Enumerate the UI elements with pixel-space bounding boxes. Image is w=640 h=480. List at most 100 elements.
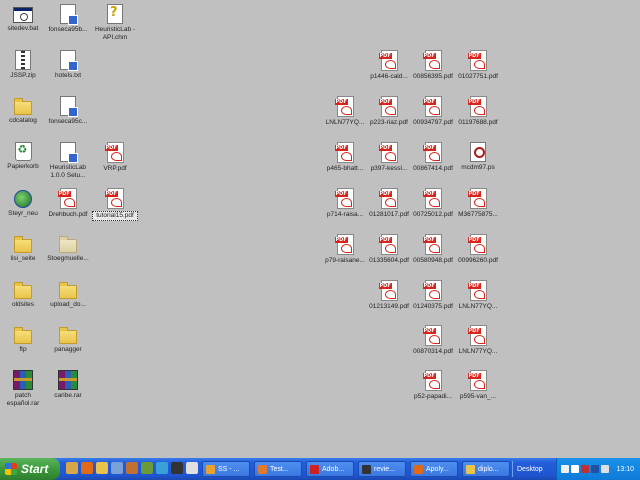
desktop-item-label: 00867414.pdf: [413, 165, 453, 172]
desktop-item[interactable]: Drehbuch.pdf: [45, 188, 91, 219]
desktop-item[interactable]: cdcatalog: [0, 96, 46, 125]
desktop-item[interactable]: Steyr_neu: [0, 188, 46, 218]
desktop-item[interactable]: 01213149.pdf: [366, 280, 412, 311]
desktop-item[interactable]: M36775875...: [455, 188, 501, 219]
desktop-item[interactable]: 00725012.pdf: [410, 188, 456, 219]
taskbar-button[interactable]: Adob...: [306, 461, 354, 477]
help-file-icon: [107, 4, 123, 24]
desktop-item[interactable]: panagger: [45, 325, 91, 354]
rar-archive-icon: [58, 370, 78, 390]
desktop-item[interactable]: LNLN77YQ...: [455, 325, 501, 356]
desktop-item[interactable]: caribe.rar: [45, 370, 91, 400]
desktop-item[interactable]: 00996260.pdf: [455, 234, 501, 265]
desktop-icon[interactable]: [66, 462, 78, 474]
taskbar-button[interactable]: SS - ...: [202, 461, 250, 477]
taskbar-button[interactable]: revie...: [358, 461, 406, 477]
desktop-item[interactable]: LNLN77YQ...: [455, 280, 501, 311]
desktop-item[interactable]: oldsites: [0, 280, 46, 309]
desktop-item[interactable]: 01197688.pdf: [455, 96, 501, 127]
tray-security-icon[interactable]: [581, 465, 589, 473]
explorer-icon[interactable]: [96, 462, 108, 474]
desktop-item[interactable]: upload_do...: [45, 280, 91, 309]
taskbar-button[interactable]: Test...: [254, 461, 302, 477]
desktop-item[interactable]: Papierkorb: [0, 142, 46, 171]
desktop-item[interactable]: p79-raisane...: [322, 234, 368, 265]
desktop-item[interactable]: 00867414.pdf: [410, 142, 456, 173]
desktop-item[interactable]: 00934797.pdf: [410, 96, 456, 127]
desktop-item[interactable]: 01335604.pdf: [366, 234, 412, 265]
desktop-item[interactable]: fonseca95b...: [45, 4, 91, 34]
pdf-file-icon: [422, 50, 442, 71]
desktop-item[interactable]: ftp: [0, 325, 46, 354]
desktop-item-label: panagger: [54, 346, 82, 353]
taskbar-button-label: Test...: [270, 465, 289, 473]
desktop-item[interactable]: 00580948.pdf: [410, 234, 456, 265]
start-button[interactable]: Start: [0, 458, 60, 480]
desktop-item[interactable]: fonseca95c...: [45, 96, 91, 126]
desktop-item[interactable]: p397-kessl...: [366, 142, 412, 173]
globe-icon[interactable]: [156, 462, 168, 474]
desktop-item[interactable]: mcdm97.ps: [455, 142, 501, 172]
folder-icon: [14, 282, 32, 299]
pdf-file-icon: [378, 280, 398, 301]
pdf-file-icon: [334, 96, 354, 117]
firefox-icon[interactable]: [81, 462, 93, 474]
desktop-item[interactable]: 00870314.pdf: [410, 325, 456, 356]
desktop-item[interactable]: HeuristicLab - API.chm: [92, 4, 138, 42]
desktop: sitedev.bat fonseca95b... HeuristicLab - A…: [0, 0, 640, 458]
desktop-item-label: 01281017.pdf: [369, 211, 409, 218]
app-icon[interactable]: [141, 462, 153, 474]
tool-icon[interactable]: [126, 462, 138, 474]
clock[interactable]: 13:10: [616, 466, 634, 473]
desktop-item[interactable]: 01281017.pdf: [366, 188, 412, 219]
desktop-toolbar[interactable]: Desktop: [512, 461, 552, 477]
desktop-item[interactable]: sitedev.bat: [0, 4, 46, 33]
desktop-item[interactable]: 01240375.pdf: [410, 280, 456, 311]
player-icon[interactable]: [171, 462, 183, 474]
desktop-item-label: 00580948.pdf: [413, 257, 453, 264]
pdf-file-icon: [378, 50, 398, 71]
taskbar-button[interactable]: diplo...: [462, 461, 510, 477]
desktop-item[interactable]: tutorial15.pdf: [92, 188, 138, 221]
desktop-item[interactable]: p595-van_...: [455, 370, 501, 401]
desktop-item[interactable]: p223-riaz.pdf: [366, 96, 412, 127]
desktop-item[interactable]: lisi_seite: [0, 234, 46, 263]
desktop-item[interactable]: p52-papadi...: [410, 370, 456, 401]
tray-icons: [561, 465, 611, 473]
desktop-item[interactable]: LNLN77YQ...: [322, 96, 368, 127]
more-icon[interactable]: [186, 462, 198, 474]
desktop-item[interactable]: patch español.rar: [0, 370, 46, 408]
desktop-item[interactable]: Stoegmuelle...: [45, 234, 91, 263]
tray-app-icon[interactable]: [561, 465, 569, 473]
folder-icon: [14, 236, 32, 253]
recycle-bin-icon: [14, 142, 32, 161]
desktop-item[interactable]: hotels.txt: [45, 50, 91, 80]
taskbar-button-label: Adob...: [322, 465, 345, 473]
desktop-item[interactable]: p1446-cald...: [366, 50, 412, 81]
desktop-item-label: M36775875...: [458, 211, 498, 218]
zip-file-icon: [15, 50, 31, 70]
rar-archive-icon: [13, 370, 33, 390]
desktop-item[interactable]: VRP.pdf: [92, 142, 138, 173]
desktop-item[interactable]: p465-bhatt...: [322, 142, 368, 173]
desktop-item[interactable]: p714-raisa...: [322, 188, 368, 219]
desktop-item-label: Stoegmuelle...: [47, 255, 89, 262]
pdf-file-icon: [104, 142, 124, 163]
desktop-item-label: 01240375.pdf: [413, 303, 453, 310]
media-icon[interactable]: [111, 462, 123, 474]
desktop-item[interactable]: JSSP.zip: [0, 50, 46, 80]
desktop-item[interactable]: 01027751.pdf: [455, 50, 501, 81]
desktop-item-label: lisi_seite: [10, 255, 36, 262]
tray-network-icon[interactable]: [571, 465, 579, 473]
installer-icon: [60, 142, 78, 163]
tray-volume-icon[interactable]: [601, 465, 609, 473]
desktop-item[interactable]: 00856395.pdf: [410, 50, 456, 81]
tray-display-icon[interactable]: [591, 465, 599, 473]
pdf-file-icon: [378, 188, 398, 209]
postscript-file-icon: [470, 142, 486, 162]
media-icon: [362, 464, 371, 474]
desktop-item[interactable]: HeuristicLab 1.0.0 Setu...: [45, 142, 91, 180]
pdf-file-icon: [467, 188, 487, 209]
taskbar-button-label: diplo...: [478, 465, 499, 473]
taskbar-button[interactable]: Apoly...: [410, 461, 458, 477]
